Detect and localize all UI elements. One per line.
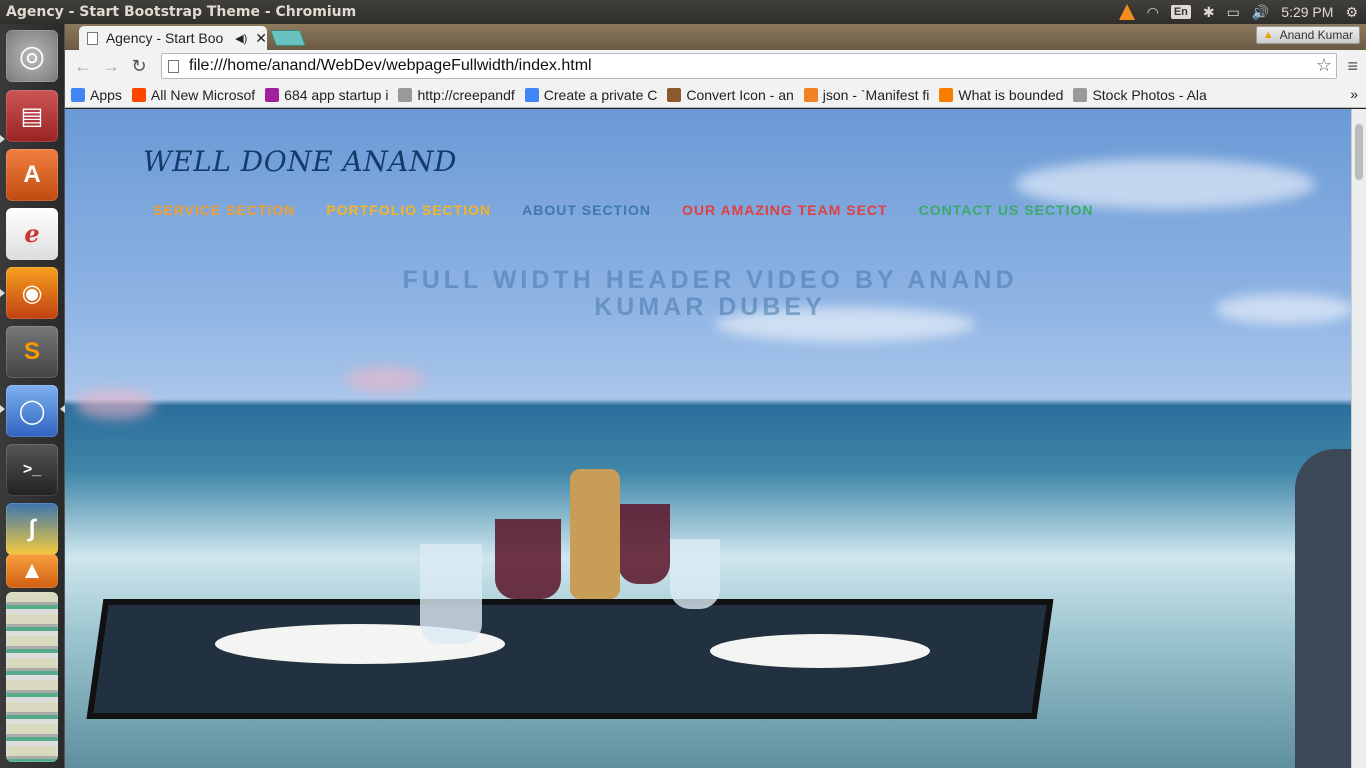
- reload-button[interactable]: ↻: [125, 52, 153, 80]
- stackoverflow-icon: [803, 87, 818, 102]
- bookmark-item[interactable]: Create a private C: [524, 86, 658, 103]
- unity-launcher: ◎ ▤ A ℯ ◉ S ◯ >_ ∫ ▲: [0, 24, 65, 768]
- address-bar[interactable]: file:///home/anand/WebDev/webpageFullwid…: [161, 53, 1337, 79]
- bookmark-item[interactable]: 684 app startup i: [265, 87, 388, 103]
- bookmarks-overflow-button[interactable]: »: [1350, 86, 1358, 102]
- back-button[interactable]: ←: [69, 52, 97, 80]
- wine-glass: [618, 504, 670, 584]
- plate: [710, 634, 930, 668]
- new-tab-button[interactable]: [270, 30, 306, 46]
- nav-link[interactable]: OUR AMAZING TEAM SECT: [682, 202, 888, 218]
- window-title: Agency - Start Bootstrap Theme - Chromiu…: [6, 4, 357, 20]
- stacked-apps-icon[interactable]: [6, 592, 58, 762]
- page-scrollbar[interactable]: [1351, 109, 1366, 768]
- gear-icon[interactable]: ⚙: [1345, 4, 1358, 21]
- clock[interactable]: 5:29 PM: [1281, 4, 1333, 20]
- cloud: [1215, 294, 1351, 324]
- bookmarks-bar: Apps All New Microsof 684 app startup i htt…: [65, 82, 1366, 108]
- bookmark-label: 684 app startup i: [284, 86, 389, 103]
- bookmark-star-icon[interactable]: ☆: [1316, 55, 1332, 76]
- wine-glass: [495, 519, 561, 599]
- url-text: file:///home/anand/WebDev/webpageFullwid…: [189, 57, 592, 74]
- bookmark-label: json - `Manifest fi: [822, 86, 930, 103]
- running-indicator: [0, 135, 5, 143]
- chromium-window: Agency - Start Boo ◀) ✕ ▲ Anand Kumar ← …: [65, 24, 1366, 768]
- bookmark-label: Convert Icon - an: [686, 86, 794, 103]
- bookmark-item[interactable]: All New Microsof: [131, 86, 256, 103]
- owl-icon: [667, 87, 682, 102]
- page-icon: [398, 87, 413, 102]
- blogger-icon: [939, 87, 954, 102]
- forward-button[interactable]: →: [97, 52, 125, 80]
- keyboard-layout-indicator[interactable]: En: [1170, 5, 1191, 19]
- wifi-icon[interactable]: ◠: [1147, 4, 1159, 21]
- page-viewport: WELL DONE ANAND SERVICE SECTION PORTFOLIO…: [65, 109, 1351, 768]
- site-nav: SERVICE SECTION PORTFOLIO SECTION ABOUT SE…: [153, 202, 1093, 218]
- bookmark-item[interactable]: http://creepandf: [398, 86, 515, 103]
- vlc-icon[interactable]: ▲: [6, 554, 58, 588]
- cloud: [75, 389, 155, 419]
- bookmark-label: Stock Photos - Ala: [1092, 86, 1207, 103]
- python-icon[interactable]: ∫: [6, 503, 58, 555]
- warning-icon: ▲: [1262, 29, 1274, 41]
- ubuntu-dash-icon[interactable]: ◎: [6, 30, 58, 82]
- nav-link[interactable]: CONTACT US SECTION: [919, 202, 1094, 218]
- scrollbar-thumb[interactable]: [1355, 124, 1363, 180]
- menu-icon[interactable]: ≡: [1347, 56, 1358, 77]
- reddit-icon: [131, 87, 146, 102]
- volume-icon[interactable]: 🔊: [1252, 4, 1269, 21]
- lang-label: En: [1170, 5, 1191, 19]
- sublime-text-icon[interactable]: S: [6, 326, 58, 378]
- software-center-icon[interactable]: A: [6, 149, 58, 201]
- person-silhouette: [1295, 449, 1351, 768]
- page-icon: [1073, 87, 1088, 102]
- google-icon: [524, 87, 539, 102]
- vlc-tray-icon[interactable]: [1118, 4, 1135, 20]
- bookmark-item[interactable]: What is bounded: [939, 87, 1063, 103]
- cloud: [345, 367, 425, 392]
- bookmark-item[interactable]: Stock Photos - Ala: [1073, 86, 1207, 103]
- profile-button[interactable]: ▲ Anand Kumar: [1255, 26, 1360, 44]
- close-icon[interactable]: ✕: [255, 30, 267, 47]
- files-icon[interactable]: ▤: [6, 90, 58, 142]
- nav-link[interactable]: PORTFOLIO SECTION: [326, 202, 491, 218]
- nav-link[interactable]: SERVICE SECTION: [153, 202, 295, 218]
- bookmark-item[interactable]: Convert Icon - an: [667, 86, 794, 103]
- bookmark-item[interactable]: json - `Manifest fi: [803, 86, 930, 103]
- page-icon: [168, 59, 179, 73]
- bookmark-label: Apps: [90, 86, 122, 103]
- running-indicator: [0, 405, 5, 413]
- bookmark-label: Create a private C: [543, 86, 658, 103]
- bluetooth-icon[interactable]: ✱: [1203, 4, 1215, 21]
- apps-icon: [71, 87, 85, 102]
- chromium-icon[interactable]: ◯: [6, 385, 58, 437]
- bookmark-label: http://creepandf: [417, 86, 515, 103]
- tab-strip: Agency - Start Boo ◀) ✕ ▲ Anand Kumar: [65, 24, 1366, 50]
- tab-agency[interactable]: Agency - Start Boo ◀) ✕: [79, 26, 267, 50]
- toolbar: ← → ↻ file:///home/anand/WebDev/webpageF…: [65, 50, 1366, 82]
- profile-name: Anand Kumar: [1279, 28, 1353, 42]
- document-viewer-icon[interactable]: ℯ: [6, 208, 58, 260]
- system-tray: ◠ En ✱ ▭ 🔊 5:29 PM ⚙: [1118, 0, 1366, 24]
- water-glass: [420, 544, 482, 644]
- water-glass: [670, 539, 720, 609]
- site-brand[interactable]: WELL DONE ANAND: [143, 145, 457, 178]
- top-panel: Agency - Start Bootstrap Theme - Chromiu…: [0, 0, 1366, 24]
- audio-playing-icon[interactable]: ◀): [235, 32, 247, 45]
- bookmark-item[interactable]: Apps: [71, 87, 122, 103]
- page-icon: [87, 31, 98, 45]
- hero-heading: FULL WIDTH HEADER VIDEO BY ANAND KUMAR D…: [402, 266, 1018, 321]
- bookmark-label: What is bounded: [958, 86, 1064, 103]
- bookmark-label: All New Microsof: [150, 86, 256, 103]
- tab-title: Agency - Start Boo: [105, 30, 224, 46]
- running-indicator: [0, 289, 5, 297]
- ideas-icon: [265, 87, 280, 102]
- nav-link[interactable]: ABOUT SECTION: [522, 202, 651, 218]
- bread-sticks: [570, 469, 620, 599]
- battery-icon[interactable]: ▭: [1227, 4, 1240, 21]
- firefox-icon[interactable]: ◉: [6, 267, 58, 319]
- terminal-icon[interactable]: >_: [6, 444, 58, 496]
